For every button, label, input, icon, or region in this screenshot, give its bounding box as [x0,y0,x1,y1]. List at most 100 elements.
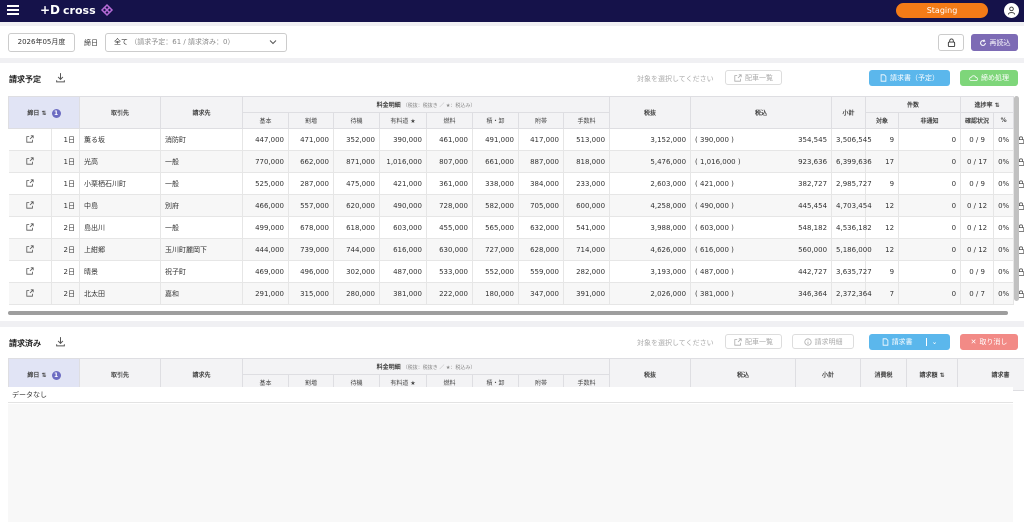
cell-billing-to: 玉川町麗岡下 [160,238,244,261]
vertical-scrollbar[interactable] [1013,96,1021,312]
cancel-invoice-button[interactable]: ✕ 取り消し [960,334,1018,350]
cell-fee: 770,000 [242,150,290,173]
cell-fee: 347,000 [518,282,565,305]
table-row[interactable]: 1日 光高 一般 770,000 662,000 871,000 1,016,000 807,… [8,150,1024,173]
cell-fee: 302,000 [333,260,381,283]
cell-percent: 0% [993,150,1015,173]
cell-fee: 525,000 [242,172,290,195]
col-close-day[interactable]: 締日 ⇅ 1 [7,358,81,391]
dispatch-list-label: 配車一覧 [745,337,773,346]
cell-billing-to: 祝子町 [160,260,244,283]
logo-text: cross [63,3,96,17]
open-detail-icon[interactable] [26,200,34,211]
col-fee: 手数料 [563,112,611,129]
col-target: 対象 [865,112,900,129]
cell-fee: 381,000 [379,282,428,305]
cell-fee: 390,000 [379,128,428,151]
cell-fee: 455,000 [426,216,474,239]
cell-tax-excl: 5,476,000 [609,150,692,173]
cell-not-notified: 0 [898,238,962,261]
col-close-day[interactable]: 締日 ⇅ 1 [7,96,81,129]
cell-tax-incl-split: ( 381,000 ) 346,364 [690,282,833,305]
app-logo[interactable]: +D cross [40,3,114,17]
cell-not-notified: 0 [898,260,962,283]
user-avatar[interactable] [1004,3,1019,18]
cell-tax-excl: 3,193,000 [609,260,692,283]
invoice-details-button[interactable]: 請求明細 [792,334,854,349]
cell-fee: 1,016,000 [379,150,428,173]
download-icon[interactable] [55,72,66,83]
close-day-select[interactable]: 全て （請求予定：61 / 請求済み：0） [105,33,287,52]
invoice-button[interactable]: 請求書 ⌄ [869,334,950,350]
cancel-invoice-label: 取り消し [979,338,1008,346]
cell-not-notified: 0 [898,282,962,305]
cell-fee: 315,000 [288,282,335,305]
month-picker[interactable]: 2026年05月度 [8,33,75,52]
empty-table-area [8,404,1013,522]
lock-button[interactable] [938,34,964,51]
reload-button[interactable]: 再読込 [971,34,1018,51]
cell-fee: 384,000 [518,172,565,195]
open-detail-icon[interactable] [26,178,34,189]
cell-fee: 461,000 [426,128,474,151]
table-row[interactable]: 2日 島出川 一般 499,000 678,000 618,000 603,000 455,0… [8,216,1024,239]
col-progress-group[interactable]: 進捗率 ⇅ [960,96,1015,113]
dispatch-list-button[interactable]: 配車一覧 [725,334,782,349]
open-detail-icon[interactable] [26,156,34,167]
cell-percent: 0% [993,194,1015,217]
cell-not-notified: 0 [898,194,962,217]
table-row[interactable]: 2日 上紺郷 玉川町麗岡下 444,000 739,000 744,000 616,000 6… [8,238,1024,261]
close-process-button[interactable]: 締め処理 [960,70,1018,86]
table-row[interactable]: 1日 薫る坂 消防町 447,000 471,000 352,000 390,000 461,… [8,128,1024,151]
table-row[interactable]: 2日 晴景 祝子町 469,000 496,000 302,000 487,000 533,0… [8,260,1024,283]
sort-icon: ⇅ [994,102,1000,109]
col-tax-incl: 税込 [690,96,833,129]
open-detail-icon[interactable] [26,266,34,277]
cell-billing-to: 嘉和 [160,282,244,305]
cell-fee: 552,000 [472,260,520,283]
close-icon: ✕ [970,338,977,346]
cell-fee: 338,000 [472,172,520,195]
cell-tax-excl: 4,626,000 [609,238,692,261]
col-amount[interactable]: 請求額 ⇅ [906,358,959,391]
col-fee: 積・卸 [472,112,520,129]
cell-not-notified: 0 [898,216,962,239]
cell-fee: 714,000 [563,238,611,261]
cell-percent: 0% [993,260,1015,283]
invoice-preview-button[interactable]: 請求書（予定） [869,70,950,86]
open-detail-icon[interactable] [26,288,34,299]
cell-not-notified: 0 [898,150,962,173]
cell-subtotal: 6,399,636 [831,150,872,173]
open-detail-icon[interactable] [26,244,34,255]
invoice-details-label: 請求明細 [814,337,843,346]
issued-invoices-panel: 請求済み 対象を選択してください 配車一覧 請求明細 請求書 ⌄ ✕ 取り消し … [0,327,1024,523]
sort-icon: ⇅ [41,109,47,117]
open-detail-icon[interactable] [26,222,34,233]
cell-subtotal: 3,635,727 [831,260,872,283]
table-row[interactable]: 1日 中島 別府 466,000 557,000 620,000 490,000 728,00… [8,194,1024,217]
table-row[interactable]: 2日 北太田 嘉和 291,000 315,000 280,000 381,000 222,0… [8,282,1024,305]
cell-tax-excl: 4,258,000 [609,194,692,217]
cell-close-day: 1日 [51,128,81,151]
cell-fee: 475,000 [333,172,381,195]
cell-tax-incl-split: ( 390,000 ) 354,545 [690,128,833,151]
col-fee: 附帯 [518,112,565,129]
external-link-icon [734,337,742,346]
chevron-down-icon[interactable]: ⌄ [925,338,937,346]
col-billing-to: 請求先 [160,358,244,391]
col-tax-incl: 税込 [690,358,797,391]
menu-icon[interactable] [7,5,19,15]
cell-fee: 469,000 [242,260,290,283]
cell-percent: 0% [993,128,1015,151]
open-detail-icon[interactable] [26,134,34,145]
horizontal-scrollbar[interactable] [8,310,1013,316]
col-fee: 有料道 ★ [379,112,428,129]
download-icon[interactable] [55,336,66,347]
dispatch-list-button[interactable]: 配車一覧 [725,70,782,85]
filter-toolbar: 2026年05月度 締日 全て （請求予定：61 / 請求済み：0） 再読込 [0,26,1024,58]
pending-invoices-panel: 請求予定 対象を選択してください 配車一覧 請求書（予定） 締め処理 締日 ⇅ … [0,63,1024,321]
table-row[interactable]: 1日 小栗栖石川町 一般 525,000 287,000 475,000 421,000 36… [8,172,1024,195]
col-subtotal: 小計 [795,358,862,391]
cell-fee: 491,000 [472,128,520,151]
cell-tax-excl: 2,603,000 [609,172,692,195]
